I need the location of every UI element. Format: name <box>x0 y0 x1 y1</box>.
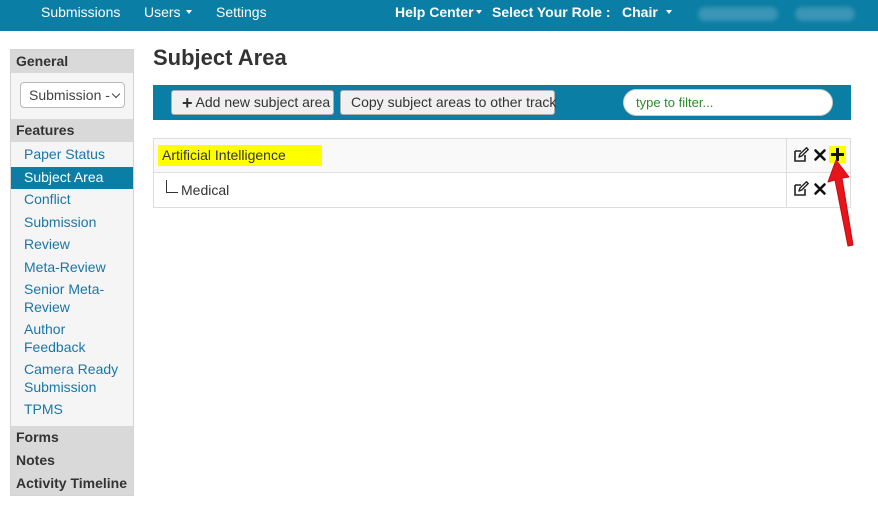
chevron-down-icon <box>111 89 121 99</box>
role-dropdown[interactable]: Chair <box>622 0 672 31</box>
plus-icon: + <box>182 93 193 113</box>
sidebar-feature-list: Paper Status Subject Area Conflict Submi… <box>11 142 133 426</box>
sidebar-item-tpms[interactable]: TPMS <box>11 399 133 422</box>
sidebar-select-wrap: Submission - <box>11 73 133 119</box>
sidebar-item-conflict[interactable]: Conflict <box>11 189 133 212</box>
chevron-down-icon <box>665 10 672 15</box>
tree-row: Artificial Intelligence <box>154 139 850 173</box>
copy-subject-areas-button[interactable]: Copy subject areas to other track <box>340 90 556 115</box>
sidebar-item-submission[interactable]: Submission <box>11 212 133 235</box>
nav-help-center-label: Help Center <box>395 4 474 20</box>
nav-users[interactable]: Users <box>144 0 192 31</box>
tree-elbow-icon <box>166 180 178 193</box>
sidebar-section-general[interactable]: General <box>11 50 133 73</box>
page-title: Subject Area <box>153 45 287 70</box>
sidebar-section-features[interactable]: Features <box>11 119 133 142</box>
sidebar-item-camera-ready[interactable]: Camera Ready Submission <box>11 359 123 399</box>
sidebar-section-activity-timeline[interactable]: Activity Timeline <box>11 471 133 495</box>
sidebar-section-notes[interactable]: Notes <box>11 448 133 472</box>
tree-row: Medical <box>154 173 850 207</box>
submission-type-select[interactable]: Submission - <box>20 82 125 108</box>
edit-icon[interactable] <box>793 181 809 197</box>
subject-area-label[interactable]: Artificial Intelligence <box>158 145 322 166</box>
subject-area-tree: Artificial Intelligence Medical <box>153 138 851 208</box>
nav-help-center[interactable]: Help Center <box>395 0 482 31</box>
sidebar-item-review[interactable]: Review <box>11 234 133 257</box>
nav-settings[interactable]: Settings <box>216 0 267 31</box>
sidebar-item-author-feedback[interactable]: Author Feedback <box>11 319 101 359</box>
sidebar-item-meta-review[interactable]: Meta-Review <box>11 257 133 280</box>
edit-icon[interactable] <box>793 147 809 163</box>
chevron-down-icon <box>185 10 192 15</box>
submission-type-select-value: Submission - <box>29 87 110 103</box>
nav-users-label: Users <box>144 4 181 20</box>
sidebar-section-forms[interactable]: Forms <box>11 425 133 449</box>
redacted-user-name[interactable] <box>698 7 778 21</box>
sidebar-item-subject-area[interactable]: Subject Area <box>11 166 133 189</box>
nav-submissions[interactable]: Submissions <box>41 0 120 31</box>
role-label: Chair <box>622 4 658 20</box>
sidebar: General Submission - Features Paper Stat… <box>10 49 134 496</box>
subject-area-label[interactable]: Medical <box>181 182 229 198</box>
add-subject-area-button[interactable]: + Add new subject area <box>171 90 334 115</box>
sidebar-item-paper-status[interactable]: Paper Status <box>11 144 133 167</box>
filter-input[interactable] <box>623 89 833 116</box>
redacted-user-menu[interactable] <box>795 7 855 21</box>
add-subject-area-label: Add new subject area <box>195 94 331 110</box>
select-role-label: Select Your Role : <box>492 4 611 20</box>
subject-area-toolbar: + Add new subject area Copy subject areas… <box>153 85 851 120</box>
chevron-down-icon <box>475 10 482 15</box>
top-navbar: Submissions Users Settings Help Center S… <box>0 0 878 31</box>
sidebar-item-senior-meta-review[interactable]: Senior Meta-Review <box>11 279 111 319</box>
annotation-arrow-icon <box>827 159 854 247</box>
